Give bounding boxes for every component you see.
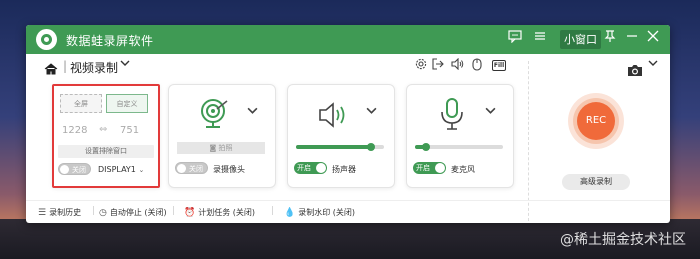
take-photo-button[interactable]: ◙ 拍照: [177, 142, 265, 154]
recording-history-link[interactable]: ☰ 录制历史: [38, 207, 81, 218]
mic-toggle[interactable]: 开启: [413, 162, 446, 174]
toggle-knob: [177, 164, 186, 173]
photo-label: 拍照: [218, 144, 233, 152]
toggle-knob: [60, 165, 69, 174]
droplet-icon: 💧: [284, 208, 296, 218]
volume-handle[interactable]: [421, 143, 430, 151]
mic-name: 麦克风: [451, 165, 475, 174]
footer-bar: ☰ 录制历史 | ◷ 自动停止 (关闭) | ⏰ 计划任务 (关闭) | 💧 录制水印 …: [26, 200, 670, 223]
minimize-icon[interactable]: [626, 30, 638, 48]
chat-icon[interactable]: [508, 30, 522, 49]
speaker-icon: [318, 101, 350, 133]
volume-icon[interactable]: [451, 57, 464, 73]
speaker-card: 开启 扬声器: [287, 84, 395, 188]
toggle-label: 开启: [416, 164, 430, 172]
app-window: 数据蛙录屏软件 小窗口 | 视频录制 Fill 全屏 自定义 1228 ⇔ 75…: [26, 25, 670, 223]
breadcrumb-separator: |: [63, 59, 68, 73]
divider: [528, 61, 529, 221]
custom-mode-button[interactable]: 自定义: [106, 94, 148, 113]
pin-icon[interactable]: [604, 30, 616, 49]
mouse-icon[interactable]: [472, 58, 482, 74]
chevron-down-icon: ⌄: [138, 166, 145, 174]
export-icon[interactable]: [432, 58, 444, 73]
title-bar: 数据蛙录屏软件 小窗口: [26, 25, 670, 54]
wallpaper-watermark: @稀土掘金技术社区: [560, 232, 686, 248]
webcam-icon: [197, 97, 231, 135]
toggle-label: 开启: [297, 164, 311, 172]
settings-icon[interactable]: [415, 58, 427, 73]
link-icon[interactable]: ⇔: [99, 124, 107, 135]
rec-button[interactable]: REC: [577, 102, 615, 140]
menu-icon[interactable]: [534, 30, 546, 48]
chevron-down-icon[interactable]: [648, 58, 658, 71]
footer-separator: |: [92, 206, 96, 216]
exclude-window-button[interactable]: 设置排除窗口: [58, 145, 154, 158]
home-icon[interactable]: [44, 60, 58, 75]
fullscreen-mode-button[interactable]: 全屏: [60, 94, 102, 113]
display-select[interactable]: DISPLAY1 ⌄: [98, 165, 144, 174]
rec-ring: REC: [568, 93, 624, 149]
mini-window-button[interactable]: 小窗口: [560, 30, 601, 49]
history-label: 录制历史: [49, 208, 82, 217]
app-title: 数据蛙录屏软件: [66, 34, 154, 48]
auto-stop-label: 自动停止 (关闭): [109, 208, 167, 217]
footer-separator: |: [172, 206, 176, 216]
screenshot-camera-icon[interactable]: [627, 62, 643, 81]
fill-icon[interactable]: Fill: [492, 60, 506, 71]
speaker-name: 扬声器: [332, 165, 356, 174]
volume-handle[interactable]: [366, 143, 375, 151]
toggle-knob: [435, 163, 445, 173]
chevron-down-icon[interactable]: [247, 105, 258, 119]
watermark-link[interactable]: 💧 录制水印 (关闭): [284, 207, 355, 218]
width-input[interactable]: 1228: [62, 125, 87, 136]
camera-card: ◙ 拍照 关闭 录摄像头: [168, 84, 276, 188]
camera-icon: ◙: [209, 144, 217, 152]
display-label: DISPLAY1: [98, 165, 136, 174]
rec-ring-inner: REC: [573, 98, 619, 144]
close-icon[interactable]: [647, 30, 659, 48]
advanced-recording-button[interactable]: 高级录制: [562, 174, 630, 190]
volume-fill: [296, 145, 371, 149]
toggle-knob: [316, 163, 326, 173]
alarm-icon: ⏰: [184, 208, 196, 218]
schedule-task-link[interactable]: ⏰ 计划任务 (关闭): [184, 207, 255, 218]
recording-area-card: 全屏 自定义 1228 ⇔ 751 设置排除窗口 关闭 DISPLAY1 ⌄: [52, 84, 160, 188]
toggle-label: 关闭: [72, 166, 86, 174]
list-icon: ☰: [38, 208, 47, 218]
camera-name: 录摄像头: [213, 165, 245, 174]
chevron-down-icon[interactable]: [485, 105, 496, 119]
microphone-icon: [439, 97, 465, 135]
schedule-label: 计划任务 (关闭): [198, 208, 256, 217]
chevron-down-icon[interactable]: [120, 58, 130, 71]
auto-stop-link[interactable]: ◷ 自动停止 (关闭): [99, 207, 167, 218]
mic-volume-slider[interactable]: [415, 143, 503, 151]
chevron-down-icon[interactable]: [366, 105, 377, 119]
footer-separator: |: [271, 206, 275, 216]
camera-toggle[interactable]: 关闭: [175, 162, 208, 174]
toggle-label: 关闭: [189, 165, 203, 173]
microphone-card: 开启 麦克风: [406, 84, 514, 188]
clock-icon: ◷: [99, 208, 107, 218]
speaker-toggle[interactable]: 开启: [294, 162, 327, 174]
app-logo-icon: [36, 29, 57, 50]
area-toggle[interactable]: 关闭: [58, 163, 91, 175]
speaker-volume-slider[interactable]: [296, 143, 384, 151]
watermark-label: 录制水印 (关闭): [298, 208, 356, 217]
breadcrumb-label[interactable]: 视频录制: [70, 59, 118, 76]
height-input[interactable]: 751: [120, 125, 139, 136]
